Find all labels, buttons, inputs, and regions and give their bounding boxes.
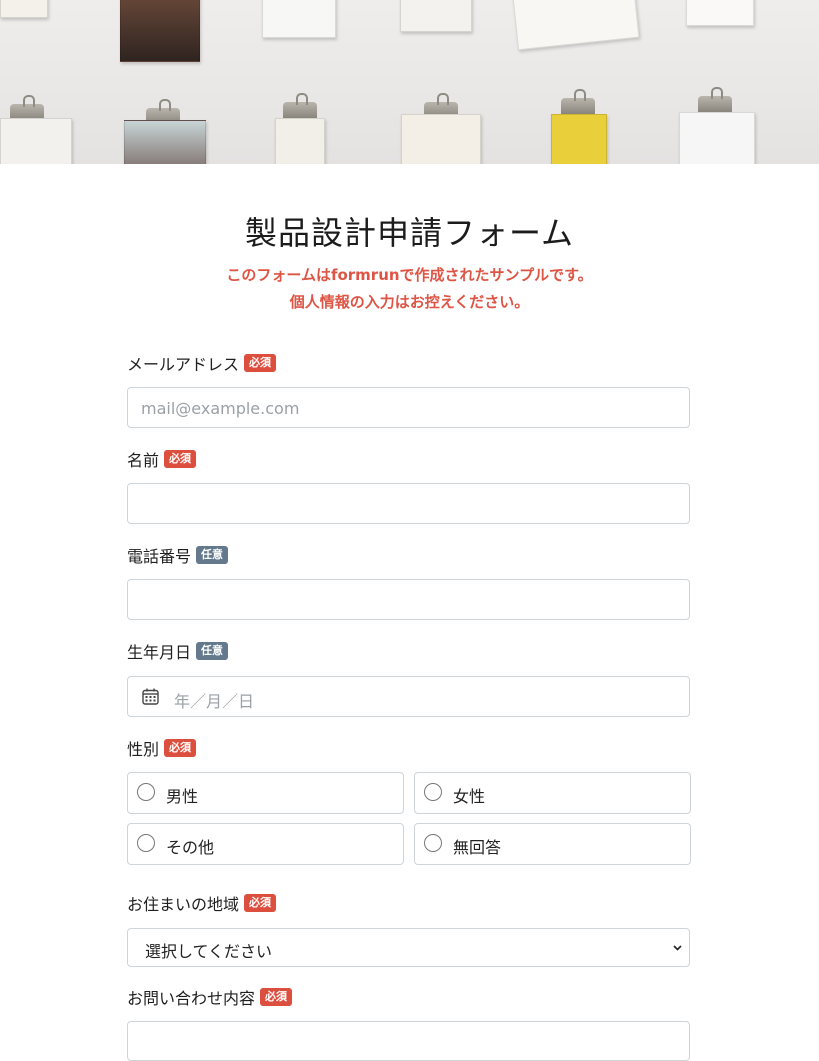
gender-option-female[interactable]: 女性 [414, 772, 691, 814]
region-selected-value: 選択してください [145, 942, 273, 961]
required-badge: 必須 [244, 354, 277, 372]
optional-badge: 任意 [196, 546, 229, 564]
calendar-icon [142, 688, 159, 705]
inquiry-label: お問い合わせ内容 必須 [127, 986, 293, 1008]
page-title: 製品設計申請フォーム [244, 214, 575, 252]
header-image [0, 0, 819, 164]
email-placeholder: mail@example.com [141, 399, 300, 418]
required-badge: 必須 [164, 450, 197, 468]
region-label: お住まいの地域 必須 [127, 892, 277, 914]
birthday-label-text: 生年月日 [127, 643, 192, 662]
region-select[interactable]: 選択してください [127, 928, 690, 967]
chevron-down-icon [673, 945, 682, 951]
inquiry-label-text: お問い合わせ内容 [127, 989, 256, 1008]
gender-option-male[interactable]: 男性 [127, 772, 404, 814]
gender-label: 性別 必須 [127, 737, 197, 759]
radio-button[interactable] [424, 783, 442, 801]
name-field[interactable] [127, 483, 690, 524]
notice-line-1: このフォームはformrunで作成されたサンプルです。 [226, 266, 593, 284]
radio-label: 女性 [453, 787, 486, 806]
notice-line-2: 個人情報の入力はお控えください。 [289, 293, 530, 311]
required-badge: 必須 [260, 988, 293, 1006]
optional-badge: 任意 [196, 642, 229, 660]
birthday-label: 生年月日 任意 [127, 640, 229, 662]
phone-label-text: 電話番号 [127, 547, 192, 566]
radio-button[interactable] [137, 783, 155, 801]
inquiry-field[interactable] [127, 1021, 690, 1061]
radio-label: その他 [166, 838, 215, 857]
name-label-text: 名前 [127, 451, 160, 470]
radio-button[interactable] [137, 834, 155, 852]
gender-option-no-answer[interactable]: 無回答 [414, 823, 691, 865]
radio-label: 男性 [166, 787, 199, 806]
radio-button[interactable] [424, 834, 442, 852]
required-badge: 必須 [244, 894, 277, 912]
birthday-field[interactable]: 年／月／日 [127, 676, 690, 717]
radio-label: 無回答 [453, 838, 502, 857]
email-field[interactable]: mail@example.com [127, 387, 690, 428]
email-label: メールアドレス 必須 [127, 352, 277, 374]
gender-label-text: 性別 [127, 740, 160, 759]
phone-label: 電話番号 任意 [127, 544, 229, 566]
region-label-text: お住まいの地域 [127, 895, 240, 914]
sample-notice: このフォームはformrunで作成されたサンプルです。 個人情報の入力はお控えく… [0, 262, 819, 316]
phone-field[interactable] [127, 579, 690, 620]
name-label: 名前 必須 [127, 448, 197, 470]
required-badge: 必須 [164, 739, 197, 757]
email-label-text: メールアドレス [127, 355, 240, 374]
birthday-placeholder: 年／月／日 [174, 692, 255, 711]
gender-option-other[interactable]: その他 [127, 823, 404, 865]
